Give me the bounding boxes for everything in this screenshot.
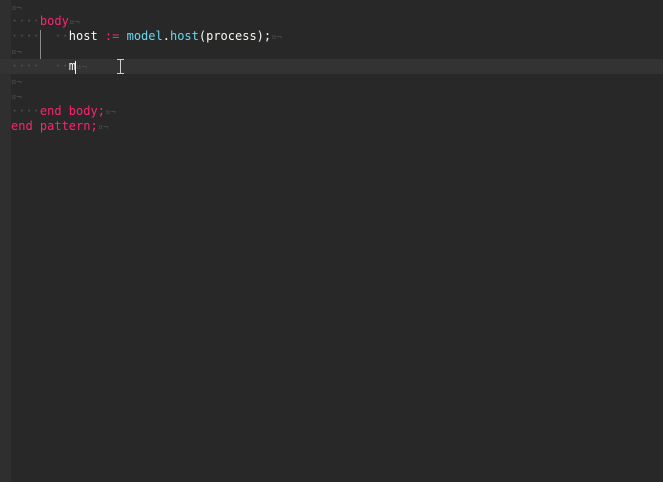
code-line[interactable]: ···· ··host := model.host(process);¤¬: [11, 29, 282, 44]
end-of-line-marker: ¤¬: [104, 108, 116, 118]
code-line[interactable]: ····body¤¬: [11, 14, 80, 29]
end-of-line-marker: ¤¬: [68, 18, 80, 28]
code-line[interactable]: end pattern;¤¬: [11, 119, 109, 134]
end-of-line-marker: ¤¬: [97, 123, 109, 133]
whitespace-marker: ···· ··: [11, 59, 69, 73]
whitespace-marker: ····: [11, 104, 40, 118]
code-line[interactable]: ¤¬: [11, 0, 22, 15]
code-line[interactable]: ¤¬: [11, 44, 22, 59]
code-line[interactable]: ····end body;¤¬: [11, 104, 116, 119]
end-of-line-marker: ¤¬: [11, 78, 22, 88]
code-line[interactable]: ···· ··m¤¬: [0, 59, 663, 74]
code-token: (process);: [198, 29, 272, 43]
end-of-line-marker: ¤¬: [11, 93, 22, 103]
keyword-token: end pattern;: [11, 119, 98, 133]
end-of-line-marker: ¤¬: [11, 4, 22, 14]
code-line[interactable]: ¤¬: [11, 74, 22, 89]
ibeam-cursor-icon: [117, 59, 124, 74]
code-token: :=: [104, 29, 120, 43]
code-token: .: [162, 29, 170, 43]
identifier-token: model: [126, 29, 163, 43]
end-of-line-marker: ¤¬: [11, 48, 22, 58]
code-editor[interactable]: ¤¬ ····body¤¬ ···· ··host := model.host(pr…: [0, 0, 663, 482]
text-caret: [75, 61, 76, 74]
end-of-line-marker: ¤¬: [76, 63, 87, 73]
code-line[interactable]: ¤¬: [11, 89, 22, 104]
whitespace-marker: ····: [11, 14, 40, 28]
keyword-token: end body;: [39, 104, 105, 118]
end-of-line-marker: ¤¬: [271, 33, 282, 43]
identifier-token: host: [169, 29, 199, 43]
keyword-token: body: [39, 14, 69, 28]
whitespace-marker: ···· ··: [11, 29, 69, 43]
code-token: host: [68, 29, 105, 43]
